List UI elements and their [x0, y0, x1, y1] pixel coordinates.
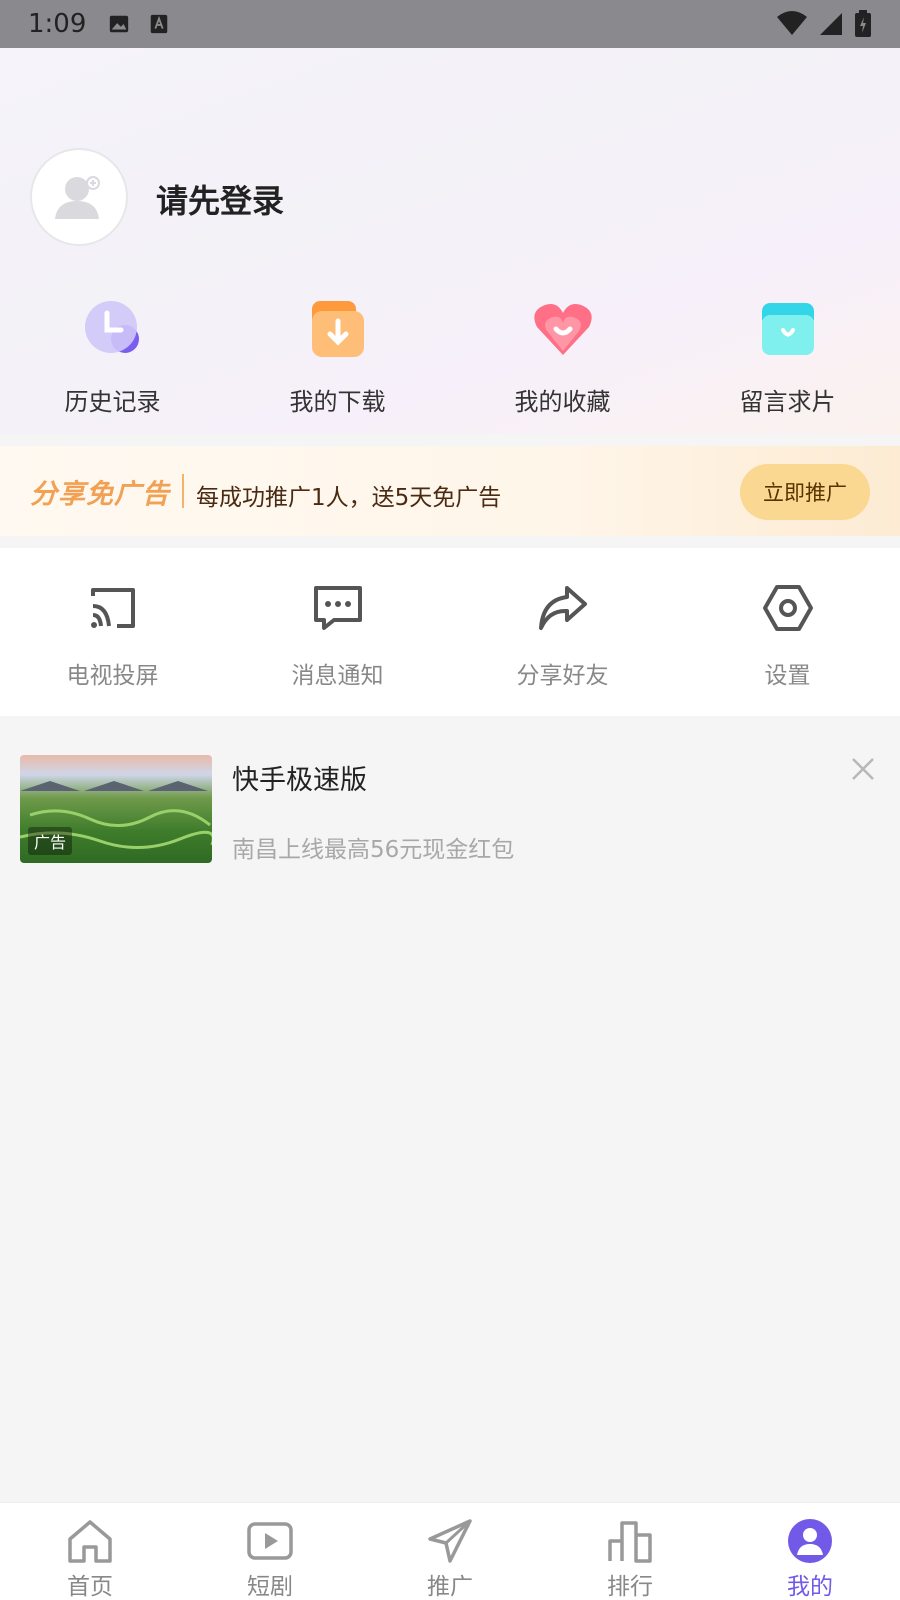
nav-label: 短剧	[247, 1574, 293, 1600]
tool-label: 消息通知	[291, 663, 384, 689]
cellular-signal-icon	[820, 13, 842, 35]
default-avatar-icon	[55, 176, 100, 219]
wifi-icon	[777, 11, 807, 35]
quick-action-request[interactable]: 留言求片	[675, 294, 900, 424]
history-icon	[84, 301, 139, 353]
favorites-heart-icon	[533, 304, 592, 355]
tool-share-friends[interactable]: 分享好友	[450, 548, 675, 716]
status-bar: 1:09	[0, 0, 900, 48]
download-icon	[311, 301, 364, 357]
nav-label: 首页	[67, 1574, 113, 1600]
quick-actions: 历史记录 我的下载 我的收藏 留言求片	[0, 294, 900, 424]
close-icon[interactable]	[848, 754, 878, 784]
quick-action-label: 我的收藏	[514, 388, 611, 416]
nav-promote[interactable]: 推广	[360, 1503, 540, 1600]
nav-ranking[interactable]: 排行	[540, 1503, 720, 1600]
bottom-navigation: 首页 短剧 推广 排行 我的	[0, 1502, 900, 1600]
tool-label: 设置	[764, 663, 811, 689]
battery-icon	[855, 10, 871, 37]
share-promo-description: 每成功推广1人，送5天免广告	[196, 485, 502, 511]
share-icon	[538, 586, 587, 630]
ad-card[interactable]: 广告 快手极速版 南昌上线最高56元现金红包	[0, 730, 900, 880]
tool-tv-cast[interactable]: 电视投屏	[0, 548, 225, 716]
profile-icon	[788, 1519, 832, 1563]
tool-settings[interactable]: 设置	[675, 548, 900, 716]
quick-action-download[interactable]: 我的下载	[225, 294, 450, 424]
nav-label: 我的	[787, 1574, 833, 1600]
tool-label: 分享好友	[516, 663, 609, 689]
settings-icon	[762, 585, 813, 631]
ad-title: 快手极速版	[232, 765, 367, 796]
quick-action-label: 留言求片	[739, 388, 836, 416]
ad-description: 南昌上线最高56元现金红包	[232, 837, 515, 863]
avatar[interactable]	[30, 148, 128, 246]
status-time: 1:09	[28, 9, 87, 39]
image-notification-icon	[110, 15, 129, 33]
quick-action-label: 历史记录	[64, 388, 161, 416]
nav-home[interactable]: 首页	[0, 1503, 180, 1600]
ad-tag: 广告	[28, 827, 73, 855]
ranking-icon	[608, 1521, 652, 1563]
quick-action-label: 我的下载	[289, 388, 386, 416]
ad-thumbnail[interactable]: 广告	[20, 755, 212, 863]
share-promo-banner[interactable]: 分享免广告 每成功推广1人，送5天免广告 立即推广	[0, 446, 900, 536]
nav-mine[interactable]: 我的	[720, 1503, 900, 1600]
login-prompt[interactable]: 请先登录	[156, 176, 284, 222]
play-icon	[247, 1522, 293, 1560]
promote-now-button[interactable]: 立即推广	[740, 464, 870, 520]
request-mail-icon	[761, 303, 814, 355]
profile-header: 请先登录 历史记录 我的下载 我的收藏 留言求片	[0, 48, 900, 434]
cast-icon	[90, 588, 135, 628]
share-promo-title: 分享免广告	[30, 478, 170, 510]
app-notification-icon	[151, 14, 168, 34]
send-icon	[428, 1519, 472, 1563]
quick-action-favorites[interactable]: 我的收藏	[450, 294, 675, 424]
tools-row: 电视投屏 消息通知 分享好友 设置	[0, 548, 900, 716]
nav-short-drama[interactable]: 短剧	[180, 1503, 360, 1600]
nav-label: 排行	[607, 1574, 653, 1600]
tool-messages[interactable]: 消息通知	[225, 548, 450, 716]
share-promo-divider	[182, 474, 184, 508]
message-icon	[313, 586, 362, 630]
tool-label: 电视投屏	[66, 663, 159, 689]
home-icon	[68, 1520, 112, 1563]
quick-action-history[interactable]: 历史记录	[0, 294, 225, 424]
nav-label: 推广	[427, 1574, 473, 1600]
